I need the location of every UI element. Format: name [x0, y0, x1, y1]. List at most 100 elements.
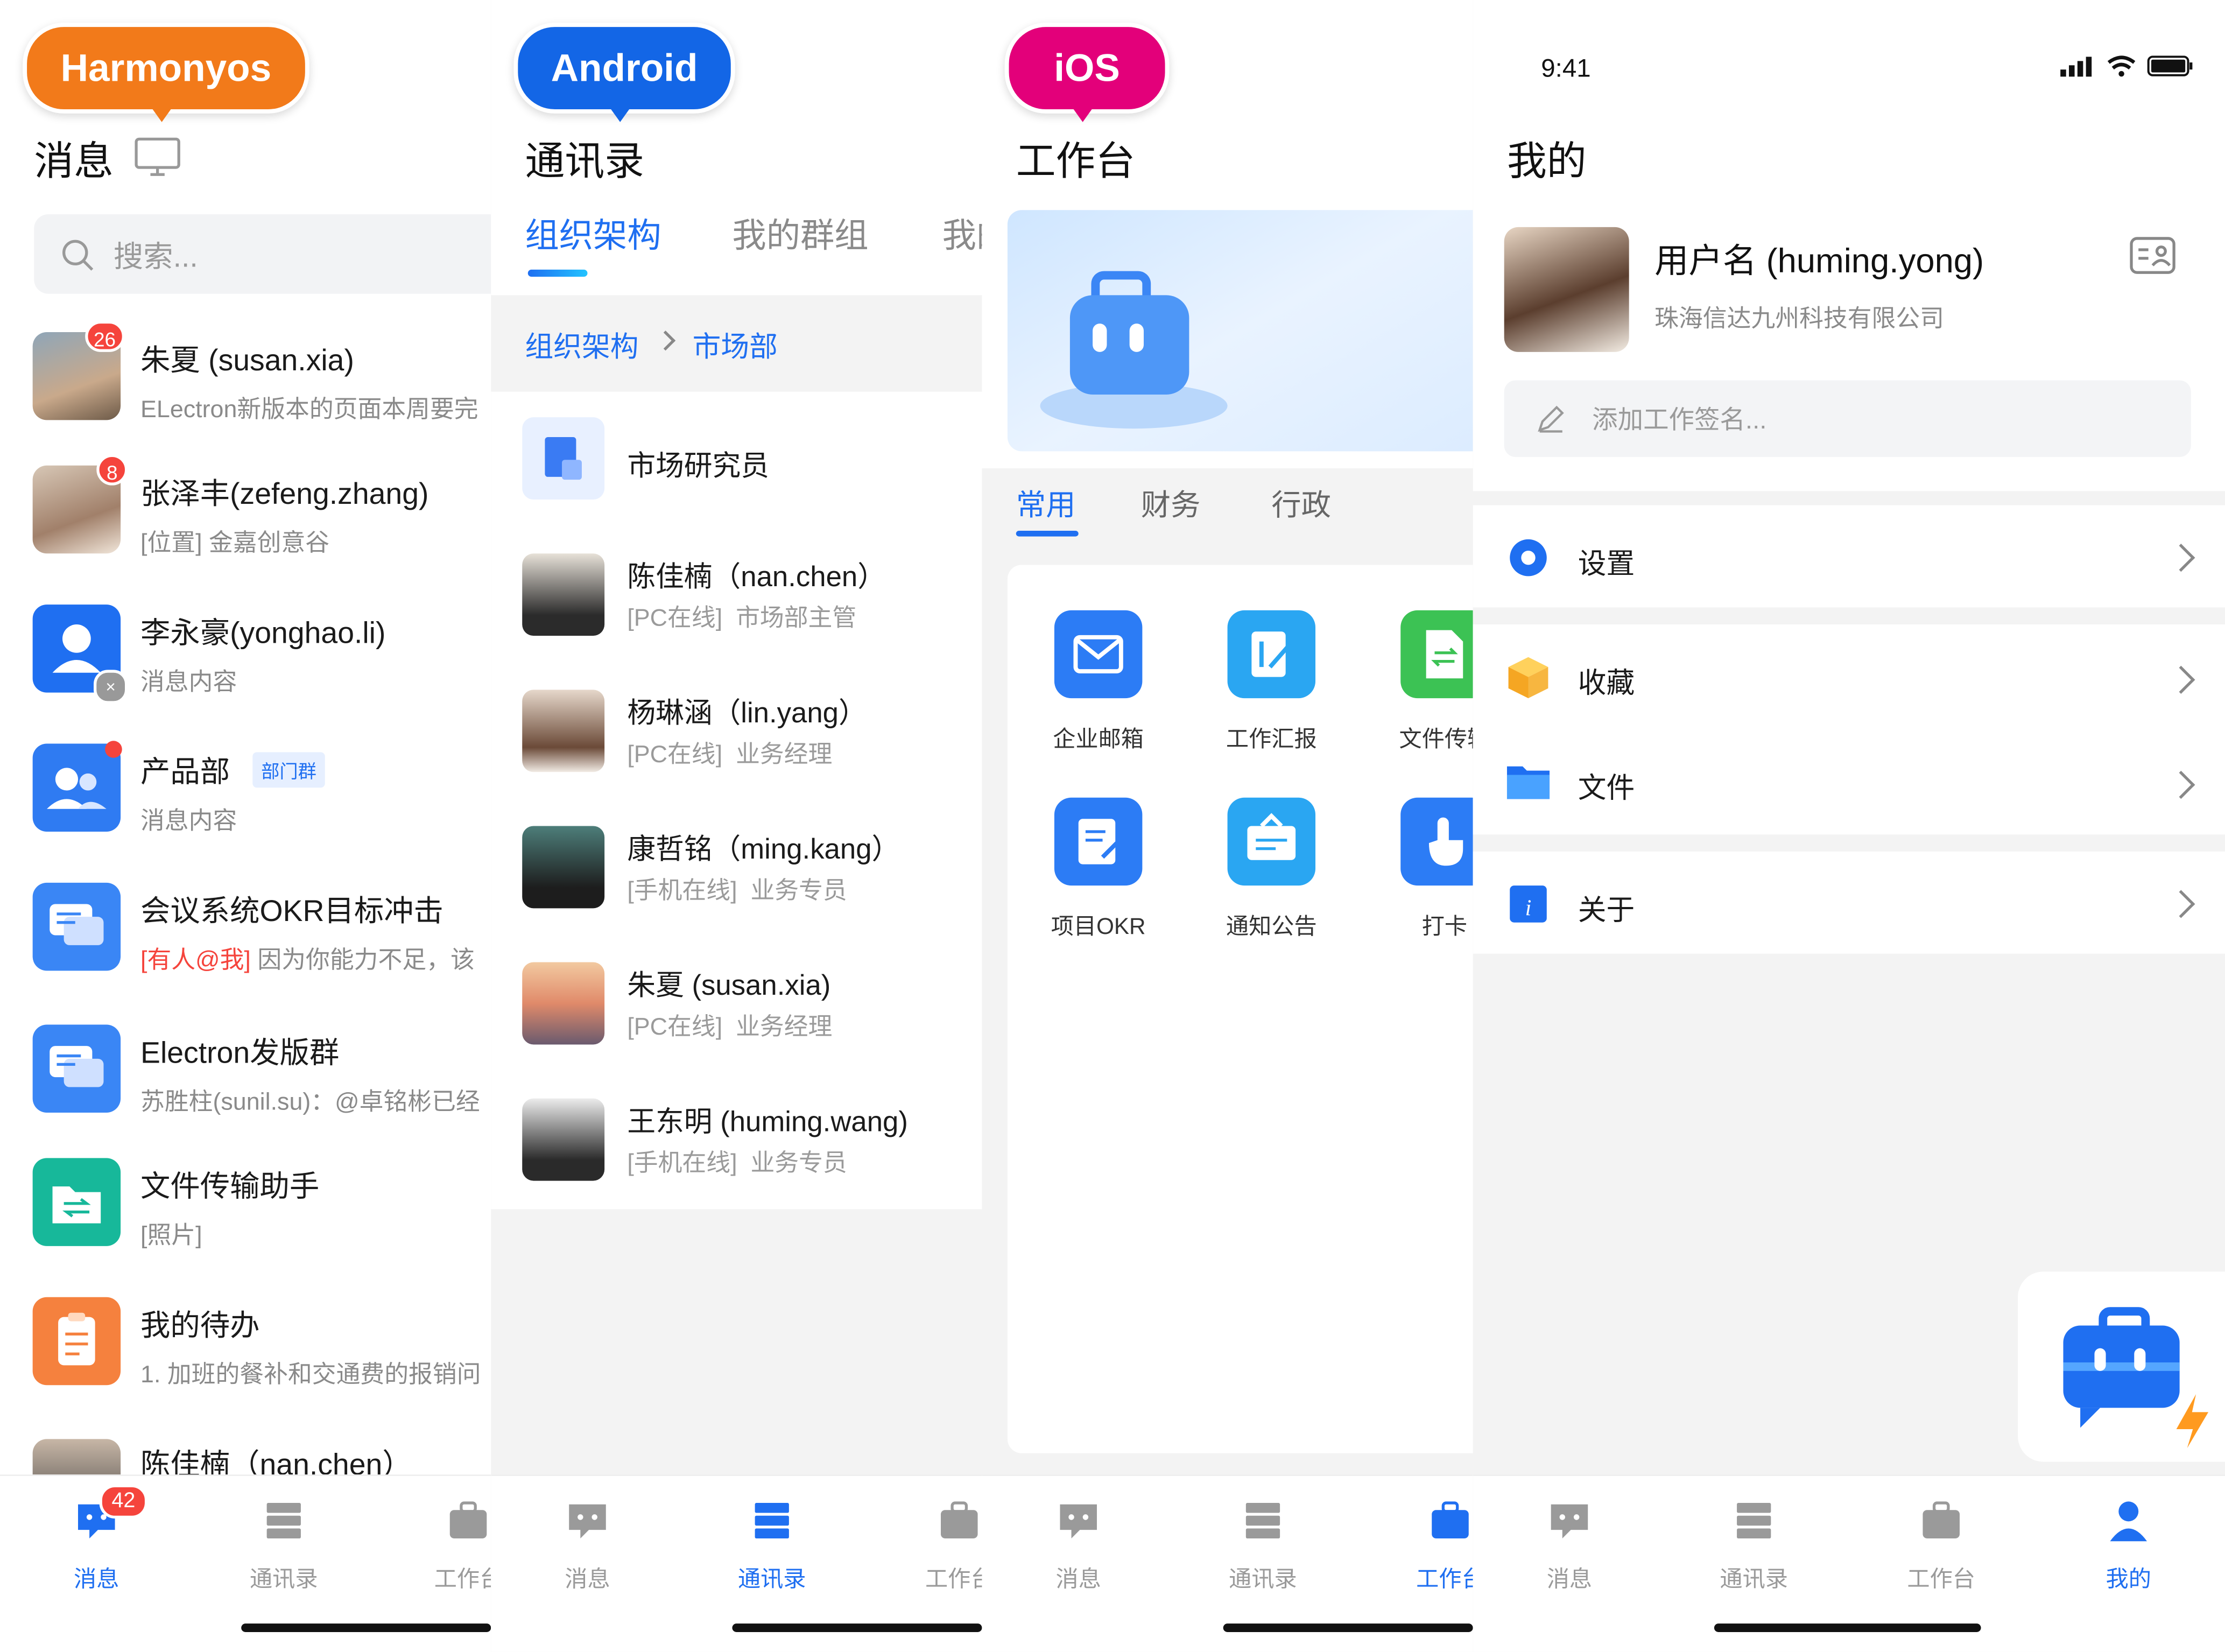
tab-workbench[interactable]: 工作台: [1393, 1496, 1473, 1594]
profile-avatar[interactable]: [1504, 227, 1629, 352]
app-file-transfer[interactable]: 文件传输: [1374, 610, 1473, 754]
contact-status: [手机在线] 业务专员: [627, 870, 847, 905]
tab-label: 消息: [565, 1568, 610, 1593]
tab-contacts[interactable]: 通讯录: [1206, 1496, 1320, 1594]
message-icon: [1551, 1504, 1588, 1538]
chevron-right-icon: [655, 331, 676, 351]
report-icon: [1227, 610, 1316, 699]
contact-item[interactable]: 杨琳涵（lin.yang） [PC在线] 业务经理: [491, 664, 982, 800]
contact-item[interactable]: 陈佳楠（nan.chen） [PC在线] 市场部主管: [491, 528, 982, 664]
tab-contacts[interactable]: 通讯录: [1697, 1496, 1811, 1594]
dept-item[interactable]: 市场研究员: [491, 391, 982, 528]
conversation-item[interactable]: 文件传输助手 [照片]: [0, 1144, 491, 1280]
chevron-right-icon: [2167, 665, 2195, 694]
conversation-item[interactable]: 我的待办 1. 加班的餐补和交通费的报销问: [0, 1283, 491, 1419]
search-input[interactable]: 搜索...: [34, 214, 491, 294]
tab-mine[interactable]: 我的: [942, 207, 982, 257]
tab-contacts[interactable]: 通讯录: [715, 1496, 829, 1594]
box-icon: [1508, 657, 1548, 699]
tab-groups[interactable]: 我的群组: [732, 207, 868, 257]
menu-settings[interactable]: 设置: [1473, 505, 2225, 608]
conversation-preview: [位置] 金嘉创意谷: [140, 529, 330, 557]
menu-files[interactable]: 文件: [1473, 729, 2225, 834]
contact-status: [手机在线] 业务专员: [627, 1142, 847, 1178]
bottom-tab-bar: 消息 通讯录 工作台 我的: [1473, 1474, 2225, 1652]
tab-workbench[interactable]: 工作台: [903, 1496, 982, 1594]
tab-mine[interactable]: 我的: [2072, 1496, 2185, 1594]
tab-label: 工作台: [1907, 1568, 1976, 1593]
app-mail[interactable]: 企业邮箱: [1027, 610, 1170, 754]
tab-org[interactable]: 组织架构: [525, 207, 661, 257]
avatar: [522, 962, 605, 1045]
search-icon: [62, 240, 94, 271]
contact-role: 市场部主管: [736, 604, 857, 632]
conversation-preview: [照片]: [140, 1222, 202, 1249]
tab-messages[interactable]: 消息: [1513, 1496, 1626, 1594]
breadcrumb-org[interactable]: 组织架构: [525, 324, 639, 364]
android-panel: 通讯录 组织架构 我的群组 我的 组织架构 市场部 市场研究员 陈佳楠（nan.…: [491, 0, 982, 1652]
harmony-panel: 消息 搜索... 26 朱夏 (susan.xia) ELectron新版本的页…: [0, 0, 491, 1652]
menu-label: 收藏: [1578, 668, 1635, 700]
tab-label: 通讯录: [1720, 1568, 1788, 1593]
signature-input[interactable]: 添加工作签名...: [1504, 380, 2191, 457]
contact-item[interactable]: 王东明 (huming.wang) [手机在线] 业务专员: [491, 1073, 982, 1210]
info-icon: i: [1510, 885, 1547, 923]
conversation-item[interactable]: 26 朱夏 (susan.xia) ELectron新版本的页面本周要完: [0, 318, 491, 454]
conversation-item[interactable]: Electron发版群 苏胜柱(sunil.su)：@卓铭彬已经: [0, 1010, 491, 1147]
briefcase-icon: [449, 1501, 487, 1538]
conversation-preview: 消息内容: [140, 807, 237, 835]
notice-icon: [1227, 797, 1316, 886]
breadcrumb-dept[interactable]: 市场部: [693, 324, 778, 364]
conversation-item[interactable]: 李永豪(yonghao.li) 消息内容: [0, 590, 491, 727]
tab-common[interactable]: 常用: [1016, 482, 1076, 525]
app-label: 项目OKR: [1051, 915, 1146, 940]
tab-workbench[interactable]: 工作台: [1884, 1496, 1998, 1594]
menu-about[interactable]: i 关于: [1473, 851, 2225, 954]
online-status: [手机在线]: [627, 877, 737, 904]
conversation-item[interactable]: 陈佳楠（nan.chen）: [0, 1422, 491, 1479]
company-name: 珠海信达九州科技有限公司: [1654, 305, 1945, 332]
home-indicator: [1714, 1623, 1981, 1632]
page-title: 消息: [34, 139, 114, 184]
id-card-icon[interactable]: [2129, 236, 2177, 276]
tab-label: 消息: [1546, 1568, 1593, 1593]
ios-panel: 工作台 常用 财务 行政 企业邮箱 工作汇报 文件传输: [982, 0, 1473, 1652]
tab-label: 消息: [74, 1568, 119, 1593]
tab-contacts[interactable]: 通讯录: [227, 1496, 341, 1594]
desktop-icon[interactable]: [133, 136, 182, 179]
avatar: [522, 690, 605, 772]
platform-tag-ios: iOS: [1004, 23, 1170, 114]
app-report[interactable]: 工作汇报: [1200, 610, 1342, 754]
conversation-name: 张泽丰(zefeng.zhang): [140, 478, 429, 511]
conversation-item[interactable]: 会议系统OKR目标冲击 [有人@我] 因为你能力不足，该: [0, 869, 491, 1005]
conversation-item[interactable]: 产品部 部门群 消息内容: [0, 729, 491, 866]
mail-icon: [1054, 610, 1143, 699]
menu-group: 收藏 文件: [1473, 624, 2225, 835]
avatar: [32, 1297, 121, 1386]
avatar: [522, 1098, 605, 1181]
search-placeholder: 搜索...: [113, 241, 198, 274]
tab-messages[interactable]: 消息: [531, 1496, 644, 1594]
contact-item[interactable]: 康哲铭（ming.kang） [手机在线] 业务专员: [491, 800, 982, 937]
tab-finance[interactable]: 财务: [1141, 482, 1201, 525]
online-status: [PC在线]: [627, 1013, 723, 1041]
app-checkin[interactable]: 打卡: [1374, 797, 1473, 941]
status-icons: [2060, 55, 2193, 77]
tab-workbench[interactable]: 工作台: [412, 1496, 491, 1594]
tab-messages[interactable]: 消息: [1022, 1496, 1135, 1594]
app-notice[interactable]: 通知公告: [1200, 797, 1342, 941]
app-okr[interactable]: 项目OKR: [1027, 797, 1170, 941]
platform-tag-harmony: Harmonyos: [23, 23, 309, 114]
chevron-right-icon: [2167, 544, 2195, 572]
unread-dot: [105, 741, 122, 758]
avatar: [32, 1024, 121, 1113]
online-status: [PC在线]: [627, 741, 723, 768]
conversation-preview: 消息内容: [140, 668, 237, 695]
unread-badge: 8: [96, 454, 128, 486]
tab-admin[interactable]: 行政: [1271, 482, 1331, 525]
online-status: [PC在线]: [627, 604, 723, 632]
contact-item[interactable]: 朱夏 (susan.xia) [PC在线] 业务经理: [491, 937, 982, 1073]
menu-favorites[interactable]: 收藏: [1473, 624, 2225, 729]
conversation-preview: [有人@我] 因为你能力不足，该: [140, 939, 475, 975]
conversation-item[interactable]: 8 张泽丰(zefeng.zhang) [位置] 金嘉创意谷: [0, 451, 491, 587]
